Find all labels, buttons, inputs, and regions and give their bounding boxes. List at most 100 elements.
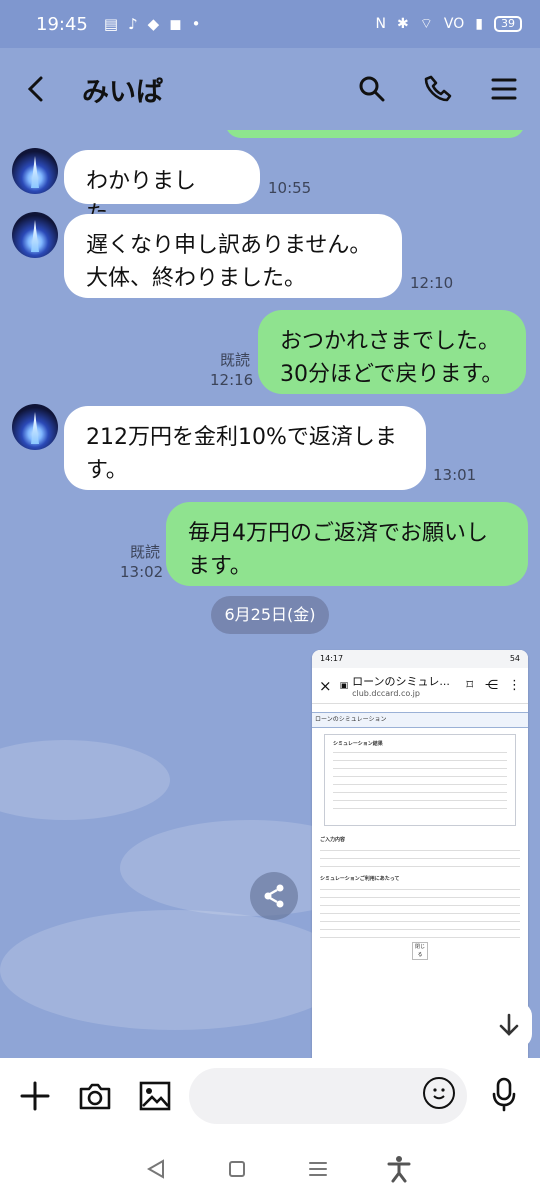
message-bubble[interactable]: わかりました。	[64, 150, 260, 227]
emoji-button[interactable]	[423, 1077, 455, 1109]
message-notification-icon: ▤	[103, 15, 119, 33]
add-button[interactable]	[18, 1079, 52, 1117]
message-bubble[interactable]: 212万円を金利10%で返済しま す。	[64, 406, 426, 490]
screenshot-preview[interactable]: 14:17 54 × ▣ ローンのシミュレ... club.dccard.co.…	[312, 650, 528, 1058]
preview-line	[320, 917, 520, 922]
status-time: 19:45	[36, 13, 88, 35]
recent-apps-icon	[309, 1162, 328, 1176]
contact-avatar[interactable]	[12, 404, 58, 450]
preview-notes-title: シミュレーションご利用にあたって	[320, 876, 400, 882]
voice-button[interactable]	[490, 1076, 518, 1116]
contact-avatar[interactable]	[12, 148, 58, 194]
preview-section-title: ローンのシミュレーション	[312, 712, 528, 728]
lock-icon: ▣	[339, 680, 349, 691]
preview-line	[333, 772, 507, 777]
camera-button[interactable]	[78, 1079, 112, 1117]
chat-header: みいぱ	[0, 48, 540, 130]
battery-icon: 39	[494, 16, 522, 32]
bell-icon: ♪	[128, 15, 138, 33]
composer-actions	[18, 1079, 172, 1117]
preview-line	[320, 885, 520, 890]
read-receipt: 既読	[219, 351, 250, 369]
message-bubble[interactable]: 毎月4万円のご返済でお願いし ます。	[166, 502, 528, 586]
preview-line	[333, 804, 507, 809]
message-time: 13:02	[120, 563, 164, 581]
menu-button[interactable]	[486, 71, 522, 107]
preview-close-button: 閉じる	[412, 942, 428, 960]
preview-line	[320, 933, 520, 938]
camera-icon	[79, 1083, 111, 1110]
search-button[interactable]	[354, 71, 390, 107]
search-icon	[359, 76, 385, 102]
bookmark-icon: ⌑	[466, 678, 473, 693]
preview-line	[320, 909, 520, 914]
dot-icon: •	[191, 15, 201, 33]
plus-icon	[20, 1081, 50, 1111]
preview-browser-bar: × ▣ ローンのシミュレ... club.dccard.co.jp ⌑ ⋲ ⋮	[312, 668, 528, 704]
back-button[interactable]	[18, 71, 54, 107]
triangle-back-icon	[146, 1159, 164, 1179]
preview-page-title: ローンのシミュレ...	[352, 675, 450, 688]
back-icon	[27, 76, 43, 102]
preview-line	[333, 796, 507, 801]
image-icon	[139, 1081, 171, 1111]
preview-status-badge: 54	[509, 654, 520, 663]
notification-icons: ▤ ♪ ◆ ◼ •	[104, 15, 201, 33]
back-navigation-button[interactable]	[138, 1151, 174, 1187]
chat-area[interactable]: わかりました。 10:55 遅くなり申し訳ありません。 大体、終わりました。 1…	[0, 130, 540, 1058]
message-time: 13:01	[433, 466, 477, 484]
contact-avatar[interactable]	[12, 212, 58, 258]
signal-icon: ▮	[475, 16, 483, 32]
read-receipt: 既読	[129, 543, 160, 561]
preview-line	[333, 756, 507, 761]
microphone-icon	[492, 1077, 516, 1112]
preview-line	[320, 893, 520, 898]
accessibility-button[interactable]	[381, 1151, 417, 1187]
preview-line	[320, 862, 520, 867]
preview-line	[333, 764, 507, 769]
preview-result-box: シミュレーション結果	[324, 734, 516, 826]
emoji-icon	[433, 1088, 445, 1100]
share-icon	[264, 884, 284, 908]
header-actions	[354, 71, 522, 107]
preview-line	[320, 854, 520, 859]
message-composer	[0, 1058, 540, 1138]
nfc-icon: N	[375, 16, 387, 32]
sale-notification-icon: ◆	[147, 15, 160, 33]
volte-icon: VO	[443, 16, 465, 32]
preview-line	[320, 925, 520, 930]
chat-title: みいぱ	[82, 76, 163, 108]
previous-message-bubble	[225, 130, 525, 138]
wifi-icon: ⌔	[419, 16, 433, 32]
preview-page-body: ローンのシミュレーション シミュレーション結果 ご入力内容 シミュレーションご利…	[312, 704, 528, 968]
share-button[interactable]	[250, 872, 298, 920]
android-navigation-bar	[0, 1138, 540, 1200]
share-icon: ⋲	[485, 678, 498, 693]
background-cloud	[0, 740, 170, 820]
scroll-down-button[interactable]	[486, 1002, 532, 1048]
preview-line	[320, 846, 520, 851]
system-icons: N ✱ ⌔ VO ▮ 39	[376, 15, 522, 33]
preview-status-bar: 14:17 54	[312, 650, 528, 668]
phone-icon	[424, 75, 452, 102]
background-cloud	[0, 910, 350, 1030]
app-notification-icon: ◼	[169, 15, 182, 33]
square-home-icon	[228, 1161, 245, 1177]
recent-apps-button[interactable]	[300, 1151, 336, 1187]
preview-input-title: ご入力内容	[320, 837, 346, 843]
preview-line	[333, 788, 507, 793]
gallery-button[interactable]	[138, 1079, 172, 1117]
message-bubble[interactable]: おつかれさまでした。 30分ほどで戻ります。	[258, 310, 526, 394]
home-navigation-button[interactable]	[219, 1151, 255, 1187]
message-time: 12:10	[410, 274, 454, 292]
menu-icon	[491, 78, 517, 100]
preview-result-title: シミュレーション結果	[333, 741, 383, 747]
message-bubble[interactable]: 遅くなり申し訳ありません。 大体、終わりました。	[64, 214, 402, 298]
preview-url: club.dccard.co.jp	[352, 689, 420, 698]
call-button[interactable]	[420, 71, 456, 107]
preview-time: 14:17	[320, 654, 344, 663]
more-icon: ⋮	[508, 678, 521, 693]
arrow-down-icon	[499, 1013, 519, 1036]
close-icon: ×	[319, 676, 332, 695]
message-time: 12:16	[210, 371, 254, 389]
